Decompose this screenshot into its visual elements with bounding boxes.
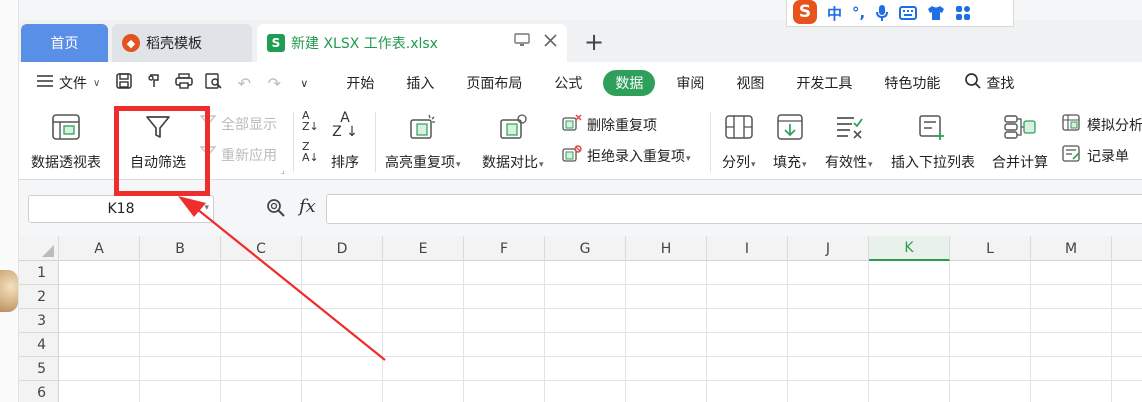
wps-spreadsheet-window: S 中 °, 首页 ◆ 稻壳模板 S 新建 XLSX 工作表.xlsx + 文件… (0, 0, 1142, 402)
annotation-arrow (178, 196, 386, 361)
